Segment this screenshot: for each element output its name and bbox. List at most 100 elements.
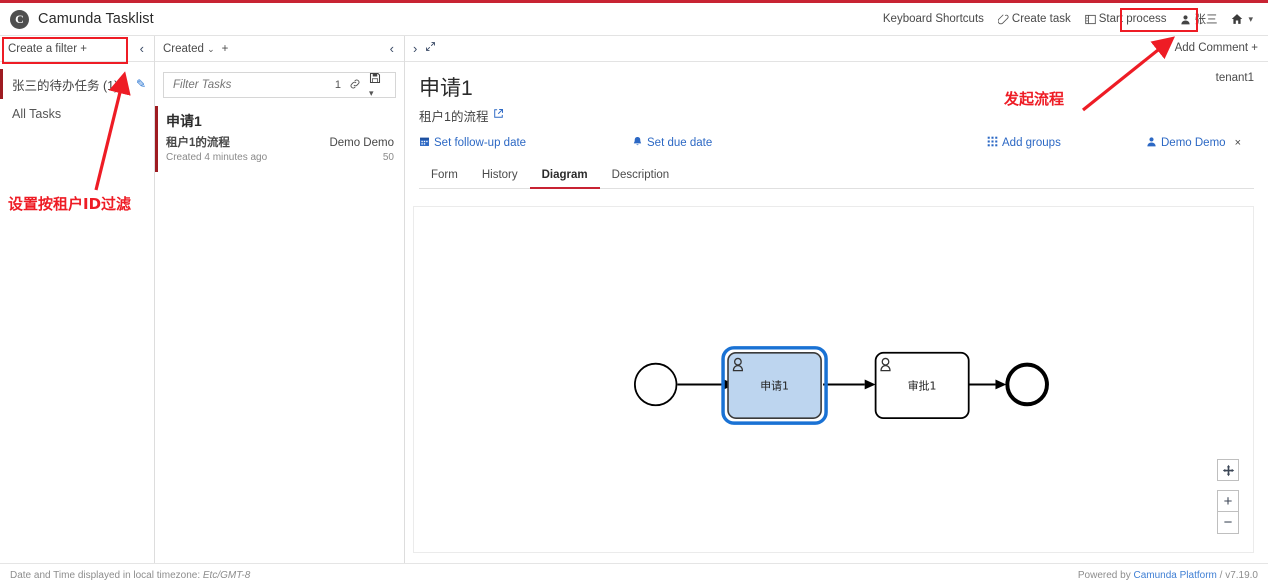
version-label: / v7.19.0 bbox=[1216, 569, 1258, 581]
task-detail-header: › Add Comment + bbox=[405, 36, 1268, 62]
filter-item-label: 张三的待办任务 (1) bbox=[12, 78, 119, 93]
user-icon bbox=[1180, 14, 1191, 25]
bell-icon bbox=[632, 136, 643, 150]
task-detail-actions: Set follow-up date Set due date Add grou… bbox=[419, 136, 1254, 151]
collapse-filters-icon[interactable]: ‹ bbox=[138, 41, 146, 56]
create-task-button[interactable]: Create task bbox=[991, 3, 1078, 35]
task-item-title: 申请1 bbox=[166, 113, 202, 129]
bpmn-canvas[interactable]: 申请1 审批1 + − bbox=[413, 205, 1254, 553]
task-list-panel: Created ⌄ + ‹ 1 ▾ bbox=[155, 36, 405, 563]
set-due-date-label: Set due date bbox=[647, 137, 713, 150]
add-groups-button[interactable]: Add groups bbox=[987, 136, 1061, 150]
filter-item-label: All Tasks bbox=[12, 107, 62, 121]
expand-task-list-icon[interactable]: › bbox=[411, 41, 419, 56]
home-caret-icon: ▾ bbox=[1248, 13, 1253, 24]
chevron-down-icon: ⌄ bbox=[207, 43, 215, 54]
task-detail-title: 申请1 bbox=[419, 76, 473, 100]
flow-arrow-2 bbox=[864, 379, 876, 390]
camunda-logo-icon: C bbox=[10, 9, 29, 29]
process-icon bbox=[1084, 14, 1096, 25]
filter-item-my-tasks[interactable]: 张三的待办任务 (1) ✎ bbox=[0, 69, 154, 99]
task-item-priority: 50 bbox=[382, 152, 394, 163]
keyboard-shortcuts-button[interactable]: Keyboard Shortcuts bbox=[876, 3, 991, 35]
task-item-process: 租户1的流程 bbox=[166, 137, 230, 149]
tenant-label: tenant1 bbox=[1215, 71, 1254, 84]
set-due-date-button[interactable]: Set due date bbox=[632, 136, 712, 150]
save-caret-icon: ▾ bbox=[368, 87, 374, 98]
keyboard-shortcuts-label: Keyboard Shortcuts bbox=[882, 13, 984, 25]
filter-list: 张三的待办任务 (1) ✎ All Tasks bbox=[0, 62, 154, 129]
assignee-label: Demo Demo bbox=[1161, 137, 1226, 150]
bpmn-start-event[interactable] bbox=[634, 362, 678, 407]
paperclip-icon bbox=[997, 13, 1009, 25]
bpmn-user-task-selected[interactable]: 申请1 bbox=[721, 346, 828, 425]
tab-history[interactable]: History bbox=[470, 165, 530, 189]
task-list-item[interactable]: 申请1 租户1的流程 Demo Demo Created 4 minutes a… bbox=[155, 106, 404, 172]
assignee-user-icon bbox=[1146, 136, 1157, 150]
task-item-assignee: Demo Demo bbox=[329, 137, 394, 149]
calendar-icon bbox=[419, 136, 430, 150]
task-detail-process: 租户1的流程 bbox=[419, 106, 1254, 125]
task-detail-body: tenant1 申请1 租户1的流程 Set follow-up date Se… bbox=[405, 62, 1268, 189]
link-icon[interactable] bbox=[349, 78, 361, 93]
start-process-button[interactable]: Start process bbox=[1078, 3, 1174, 35]
diagram-zoom-controls: + − bbox=[1217, 459, 1239, 534]
save-filter-icon[interactable]: ▾ bbox=[369, 72, 388, 99]
timezone-prefix: Date and Time displayed in local timezon… bbox=[10, 569, 203, 581]
create-filter-button[interactable]: Create a filter + bbox=[8, 43, 87, 55]
create-task-label: Create task bbox=[1011, 13, 1071, 25]
filter-item-all-tasks[interactable]: All Tasks bbox=[0, 99, 154, 129]
add-groups-label: Add groups bbox=[1002, 137, 1061, 150]
zoom-in-out-group: + − bbox=[1217, 490, 1239, 534]
tab-form[interactable]: Form bbox=[419, 165, 470, 189]
start-process-label: Start process bbox=[1098, 13, 1167, 25]
groups-grid-icon bbox=[987, 136, 998, 150]
external-link-icon[interactable] bbox=[493, 108, 504, 122]
fit-viewport-icon[interactable] bbox=[1217, 459, 1239, 481]
task-list-header: Created ⌄ + ‹ bbox=[155, 36, 404, 62]
user-menu[interactable]: 张三 bbox=[1173, 3, 1224, 35]
edit-filter-icon[interactable]: ✎ bbox=[136, 77, 146, 91]
task-search-box[interactable]: 1 ▾ bbox=[163, 72, 396, 98]
zoom-in-button[interactable]: + bbox=[1217, 490, 1239, 512]
bpmn-user-task[interactable]: 审批1 bbox=[874, 351, 970, 419]
timezone-note: Date and Time displayed in local timezon… bbox=[10, 570, 250, 581]
header-actions: Keyboard Shortcuts Create task Start pro… bbox=[876, 3, 1268, 35]
user-name-label: 张三 bbox=[1194, 14, 1218, 26]
main-columns: Create a filter + ‹ 张三的待办任务 (1) ✎ All Ta… bbox=[0, 36, 1268, 563]
bpmn-diagram: 申请1 审批1 bbox=[634, 346, 1049, 425]
zoom-out-button[interactable]: − bbox=[1217, 512, 1239, 534]
app-footer: Date and Time displayed in local timezon… bbox=[0, 563, 1268, 586]
maximize-icon[interactable] bbox=[419, 41, 436, 55]
sort-by-label: Created bbox=[163, 42, 204, 55]
home-icon bbox=[1231, 13, 1243, 25]
sort-by-button[interactable]: Created ⌄ bbox=[163, 43, 215, 55]
home-menu[interactable]: ▾ bbox=[1224, 3, 1260, 35]
tab-diagram[interactable]: Diagram bbox=[529, 165, 600, 189]
remove-assignee-icon[interactable]: × bbox=[1235, 137, 1241, 149]
powered-prefix: Powered by bbox=[1077, 569, 1134, 581]
app-title: Camunda Tasklist bbox=[38, 11, 154, 27]
task-search-area: 1 ▾ bbox=[155, 62, 404, 106]
tasklist-app: C Camunda Tasklist Keyboard Shortcuts Cr… bbox=[0, 0, 1268, 586]
add-comment-button[interactable]: Add Comment + bbox=[1175, 42, 1258, 54]
app-header: C Camunda Tasklist Keyboard Shortcuts Cr… bbox=[0, 0, 1268, 36]
powered-by: Powered by Camunda Platform / v7.19.0 bbox=[1078, 570, 1258, 581]
add-sort-button[interactable]: + bbox=[222, 43, 229, 55]
set-follow-up-date-button[interactable]: Set follow-up date bbox=[419, 136, 526, 150]
bpmn-end-event[interactable] bbox=[1005, 362, 1049, 407]
filters-panel-header: Create a filter + ‹ bbox=[0, 36, 154, 62]
timezone-value: Etc/GMT-8 bbox=[202, 569, 251, 581]
task-item-created: Created 4 minutes ago bbox=[166, 152, 268, 163]
camunda-platform-link[interactable]: Camunda Platform bbox=[1133, 570, 1216, 581]
filters-panel: Create a filter + ‹ 张三的待办任务 (1) ✎ All Ta… bbox=[0, 36, 155, 563]
task-detail-panel: › Add Comment + tenant1 申请1 租户1的流程 Set f… bbox=[405, 36, 1268, 563]
task-count-label: 1 bbox=[334, 79, 341, 91]
tab-description[interactable]: Description bbox=[600, 165, 682, 189]
search-input[interactable] bbox=[171, 78, 327, 92]
assignee-chip[interactable]: Demo Demo × bbox=[1146, 136, 1241, 150]
set-follow-up-date-label: Set follow-up date bbox=[434, 137, 527, 150]
collapse-task-list-icon[interactable]: ‹ bbox=[388, 41, 396, 56]
brand: C Camunda Tasklist bbox=[0, 9, 154, 29]
task-detail-tabs: Form History Diagram Description bbox=[419, 165, 1254, 189]
